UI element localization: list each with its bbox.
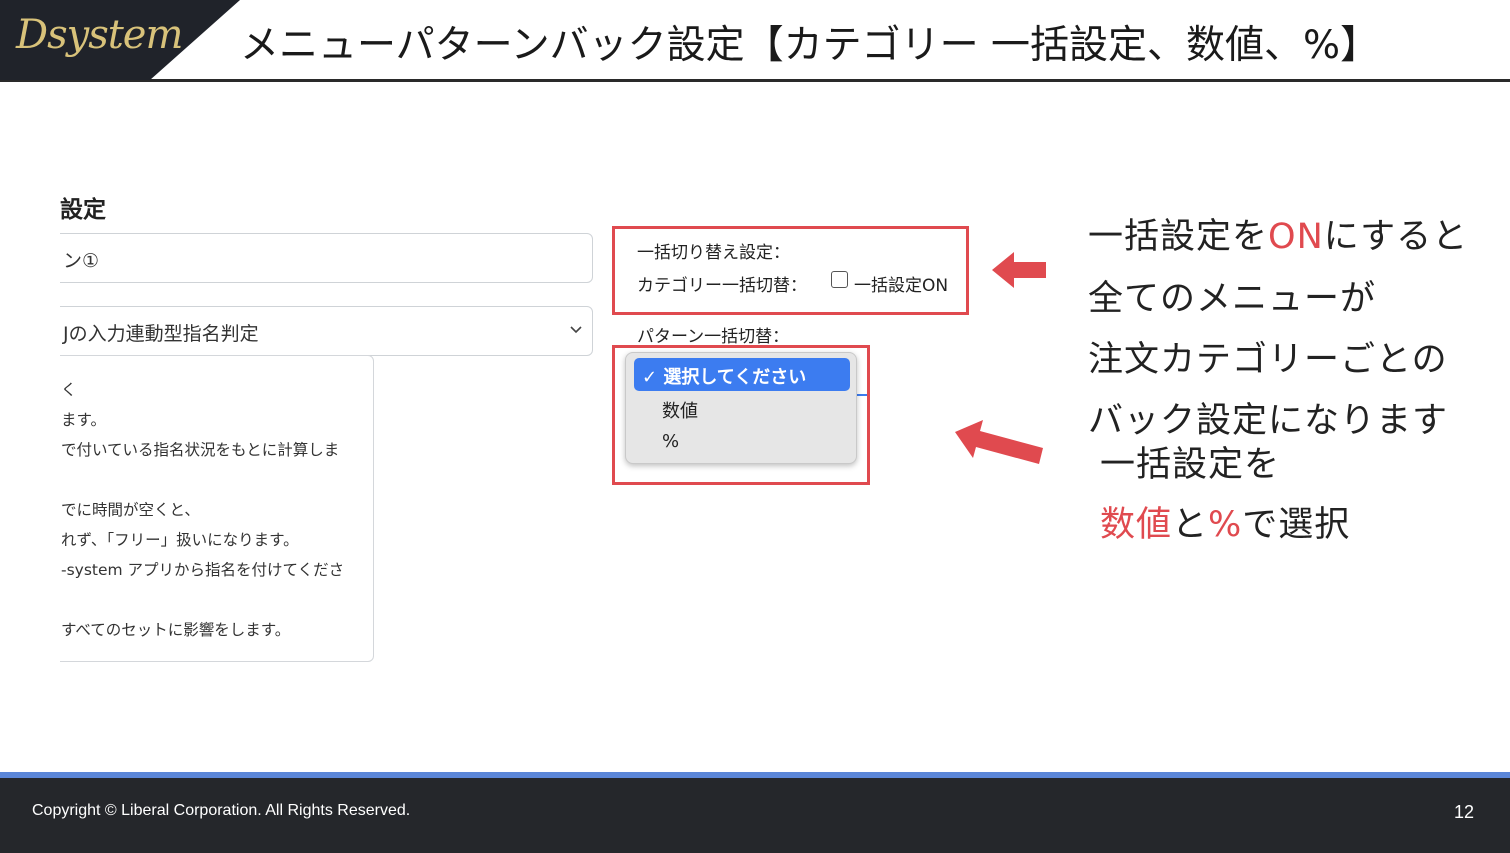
info-line: でに時間が空くと、 [61,501,200,519]
info-line: -system アプリから指名を付けてくださ [61,561,345,579]
bulk-setting-checkbox-label: 一括設定ON [854,276,949,296]
bulk-switch-label: 一括切り替え設定： [637,243,790,263]
annotation-line: 注文カテゴリーごとの [1088,340,1448,380]
slide-footer: Copyright © Liberal Corporation. All Rig… [0,778,1510,853]
dsystem-logo: Dsystem [16,12,183,58]
annotation-line: 一括設定をONにすると [1088,217,1469,257]
info-line: ます。 [61,411,106,429]
bulk-setting-checkbox[interactable] [831,271,848,288]
dropdown-option-selected[interactable]: ✓ 選択してください [634,358,850,391]
annotation-line: 一括設定を [1100,445,1281,485]
chevron-down-icon [570,326,582,334]
annotation-line: 全てのメニューが [1088,279,1377,319]
annotation-line: 数値と%で選択 [1100,505,1351,545]
slide-header: Dsystem メニューパターンバック設定【カテゴリー 一括設定、数値、%】 [0,0,1510,82]
judgement-select-value: Jの入力連動型指名判定 [63,323,259,345]
info-panel: く ます。 で付いている指名状況をもとに計算しま でに時間が空くと、 れず、「フ… [40,355,374,662]
dropdown-option-number[interactable]: 数値 [662,397,698,423]
pattern-select-edge [857,362,867,396]
arrow-upleft-icon [955,420,1043,464]
category-bulk-label: カテゴリー一括切替： [637,276,807,296]
page-number: 12 [1453,802,1474,822]
crop-edge [0,150,60,690]
pattern-dropdown[interactable]: ✓ 選択してください 数値 % [625,352,857,464]
copyright-text: Copyright © Liberal Corporation. All Rig… [32,802,411,819]
info-line: く [61,381,77,399]
info-line: で付いている指名状況をもとに計算しま [61,441,340,459]
arrow-left-icon [992,252,1046,288]
slide-title: メニューパターンバック設定【カテゴリー 一括設定、数値、%】 [240,23,1380,68]
info-line: れず、「フリー」扱いになります。 [61,531,299,549]
info-line: すべてのセットに影響をします。 [61,621,291,639]
pattern-name-input[interactable]: ン① [40,233,593,283]
pattern-bulk-label: パターン一括切替： [637,327,790,347]
dropdown-option-percent[interactable]: % [662,431,679,452]
judgement-select[interactable]: Jの入力連動型指名判定 [40,306,593,356]
section-title: 設定 [60,197,106,223]
pattern-name-value: ン① [63,250,100,272]
